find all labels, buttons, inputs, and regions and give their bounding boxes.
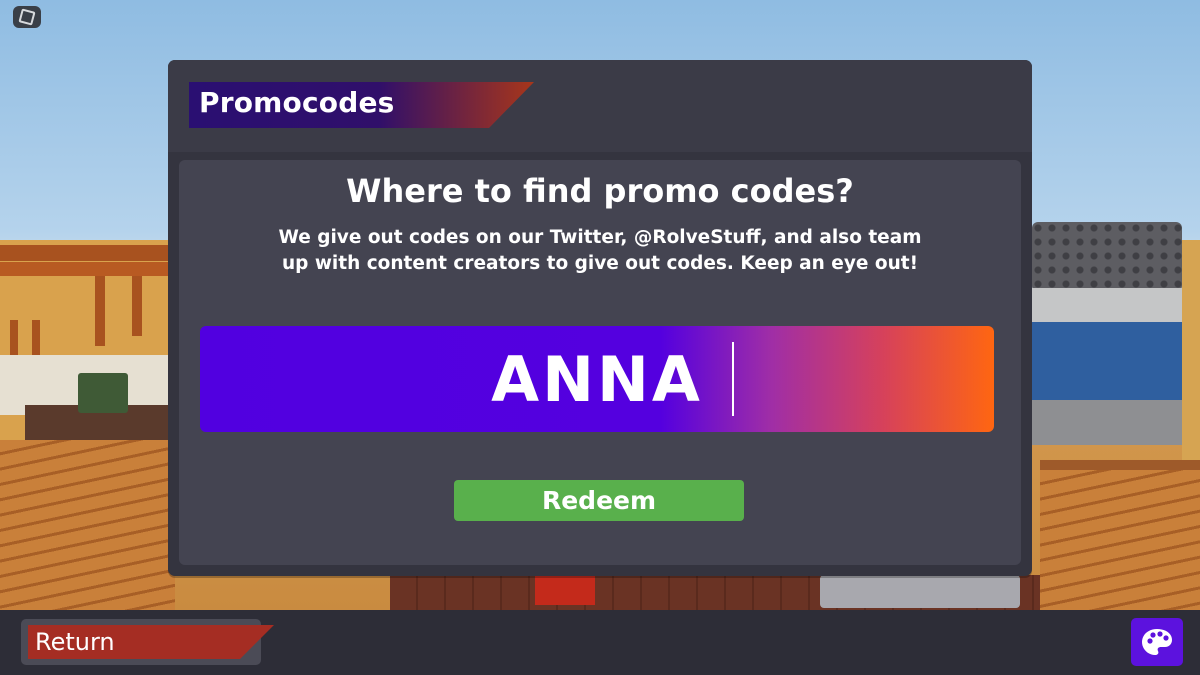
text-cursor [732, 342, 734, 416]
bottom-bar: Return [0, 610, 1200, 675]
description-line-1: We give out codes on our Twitter, @Rolve… [278, 227, 922, 248]
return-button[interactable]: Return [21, 619, 274, 665]
dialog-title: Promocodes [199, 86, 395, 119]
roblox-logo-square [18, 8, 36, 26]
redeem-button[interactable]: Redeem [454, 480, 744, 521]
promo-code-input[interactable] [200, 326, 994, 432]
return-label: Return [35, 628, 115, 656]
promo-heading: Where to find promo codes? [346, 172, 854, 210]
promocodes-dialog: Promocodes Where to find promo codes? We… [168, 60, 1032, 576]
promo-description: We give out codes on our Twitter, @Rolve… [219, 225, 981, 277]
roblox-menu-icon[interactable] [13, 6, 41, 28]
title-tag: Promocodes [189, 82, 534, 128]
palette-icon [1142, 629, 1172, 655]
palette-button[interactable] [1131, 618, 1183, 666]
promo-code-field[interactable] [200, 326, 994, 432]
dialog-content-panel: Where to find promo codes? We give out c… [179, 160, 1021, 565]
description-line-2: up with content creators to give out cod… [281, 253, 919, 274]
